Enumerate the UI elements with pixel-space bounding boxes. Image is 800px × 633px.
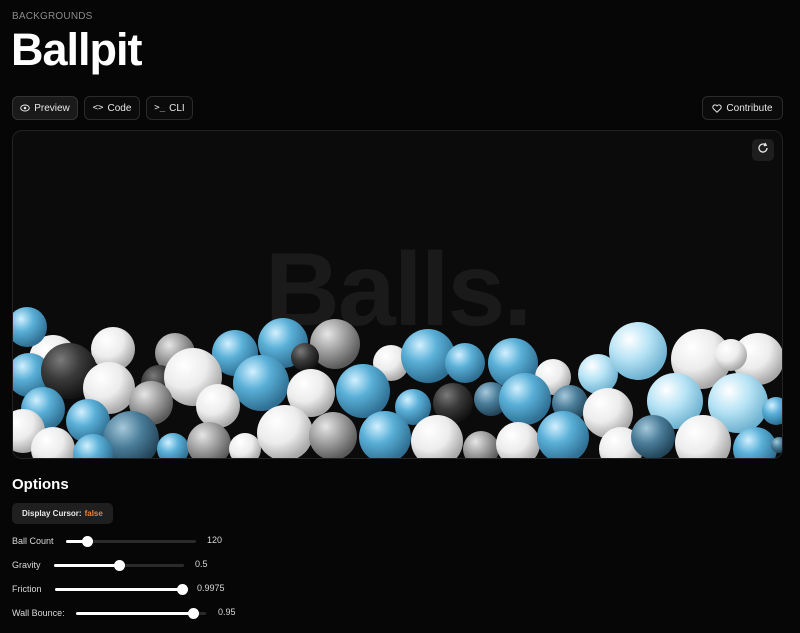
heart-icon <box>712 103 723 113</box>
terminal-icon: >_ <box>154 103 166 113</box>
refresh-icon <box>757 141 769 159</box>
slider-track[interactable] <box>54 560 184 571</box>
slider-track[interactable] <box>66 536 196 547</box>
tab-cli-label: CLI <box>169 102 185 114</box>
display-cursor-value: false <box>84 509 103 518</box>
display-cursor-label: Display Cursor: <box>22 509 82 518</box>
breadcrumb: BACKGROUNDS <box>12 11 93 22</box>
slider-handle[interactable] <box>114 560 125 571</box>
refresh-button[interactable] <box>752 139 774 161</box>
tab-code[interactable]: <> Code <box>84 96 140 120</box>
preview-canvas[interactable]: Balls. <box>12 130 783 459</box>
slider-handle[interactable] <box>177 584 189 595</box>
contribute-button[interactable]: Contribute <box>702 96 783 120</box>
slider-value: 120 <box>207 535 223 545</box>
page-title: Ballpit <box>11 24 143 75</box>
code-icon: <> <box>92 103 104 113</box>
slider-label: Wall Bounce: <box>12 608 65 618</box>
slider-value: 0.5 <box>195 559 208 569</box>
slider-gravity: Gravity 0.5 <box>12 558 208 572</box>
slider-track[interactable] <box>76 608 206 619</box>
tab-preview[interactable]: Preview <box>12 96 78 120</box>
slider-label: Ball Count <box>12 536 54 546</box>
slider-value: 0.9975 <box>197 583 225 593</box>
slider-wall-bounce: Wall Bounce: 0.95 <box>12 606 236 620</box>
slider-handle[interactable] <box>81 536 93 547</box>
slider-ball-count: Ball Count 120 <box>12 534 222 548</box>
slider-track[interactable] <box>55 584 189 595</box>
ball-pit <box>13 307 782 458</box>
slider-label: Gravity <box>12 560 41 570</box>
slider-label: Friction <box>12 584 42 594</box>
tab-code-label: Code <box>107 102 132 114</box>
contribute-label: Contribute <box>726 102 773 114</box>
slider-value: 0.95 <box>218 607 236 617</box>
tab-cli[interactable]: >_ CLI <box>146 96 193 120</box>
options-heading: Options <box>12 476 69 493</box>
tab-preview-label: Preview <box>34 102 70 114</box>
eye-icon <box>20 104 31 112</box>
slider-friction: Friction 0.9975 <box>12 582 225 596</box>
slider-fill <box>76 612 193 615</box>
slider-fill <box>54 564 119 567</box>
display-cursor-toggle[interactable]: Display Cursor: false <box>12 503 113 524</box>
slider-handle[interactable] <box>188 608 199 619</box>
slider-fill <box>55 588 183 591</box>
